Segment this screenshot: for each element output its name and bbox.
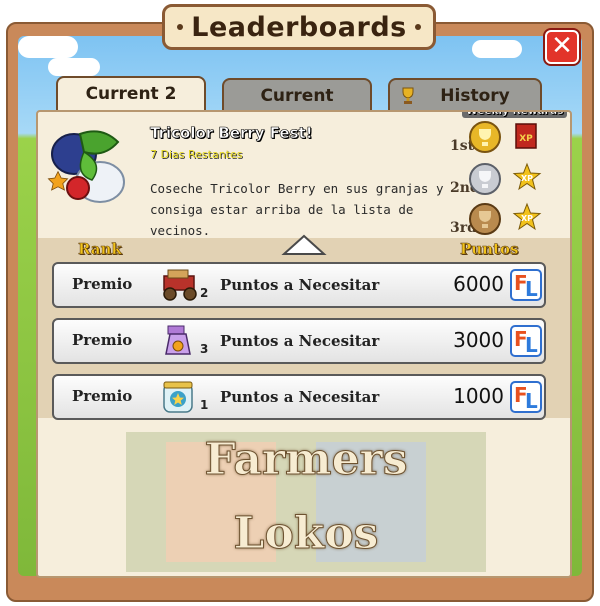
prize-quantity: 3 (200, 342, 209, 356)
points-needed-label: Puntos a Necesitar (220, 276, 380, 294)
bronze-medal-icon (468, 202, 502, 240)
tab-history[interactable]: History (388, 78, 542, 112)
reward-row: Premio 2 Puntos a Necesitar 6000 FL (52, 262, 546, 308)
points-value: 6000 (453, 272, 504, 296)
xp-book-icon: XP (514, 122, 538, 154)
points-value: 1000 (453, 384, 504, 408)
points-needed-label: Puntos a Necesitar (220, 388, 380, 406)
prize-quantity: 1 (200, 398, 209, 412)
scroll-up-arrow[interactable] (280, 232, 328, 262)
prize-quantity: 2 (200, 286, 209, 300)
title-plate: Leaderboards (162, 4, 436, 50)
tab-current-2[interactable]: Current 2 (56, 76, 206, 114)
rank-column-header: Rank (78, 240, 122, 259)
silver-medal-icon (468, 162, 502, 200)
prize-label: Premio (72, 387, 133, 405)
weekly-rewards-label: Weekly Rewards (462, 112, 568, 118)
event-title: Tricolor Berry Fest! (150, 124, 313, 143)
tab-current[interactable]: Current (222, 78, 372, 112)
watermark-text-line-2: Lokos (233, 508, 379, 560)
gold-medal-icon (468, 120, 502, 158)
farmville-logo-icon: FL (510, 381, 542, 413)
close-icon: ✕ (551, 31, 573, 61)
xp-star-icon: XP (512, 162, 542, 196)
points-needed-label: Puntos a Necesitar (220, 332, 380, 350)
svg-text:XP: XP (519, 134, 533, 144)
days-remaining: 7 Dias Restantes (150, 148, 243, 161)
leaderboard-panel: Tricolor Berry Fest! 7 Dias Restantes Co… (36, 110, 572, 578)
prize-label: Premio (72, 331, 133, 349)
xp-star-icon: XP (512, 202, 542, 236)
farmville-logo-icon: FL (510, 269, 542, 301)
title-dot-left (177, 24, 184, 30)
page-title: Leaderboards (191, 11, 407, 43)
points-value: 3000 (453, 328, 504, 352)
points-column-header: Puntos (460, 240, 519, 259)
prize-label: Premio (72, 275, 133, 293)
watermark-text-line-1: Farmers (204, 434, 408, 486)
svg-text:XP: XP (521, 174, 533, 183)
title-dot-right (414, 24, 421, 30)
farmville-logo-icon: FL (510, 325, 542, 357)
lucky-jar-icon (158, 378, 198, 420)
reward-row: Premio 3 Puntos a Necesitar 3000 FL (52, 318, 546, 364)
close-button[interactable]: ✕ (545, 30, 579, 64)
wagon-icon (158, 266, 202, 308)
svg-text:XP: XP (521, 214, 533, 223)
spray-bottle-icon (160, 322, 200, 364)
event-icon (44, 124, 134, 218)
reward-row: Premio 1 Puntos a Necesitar 1000 FL (52, 374, 546, 420)
